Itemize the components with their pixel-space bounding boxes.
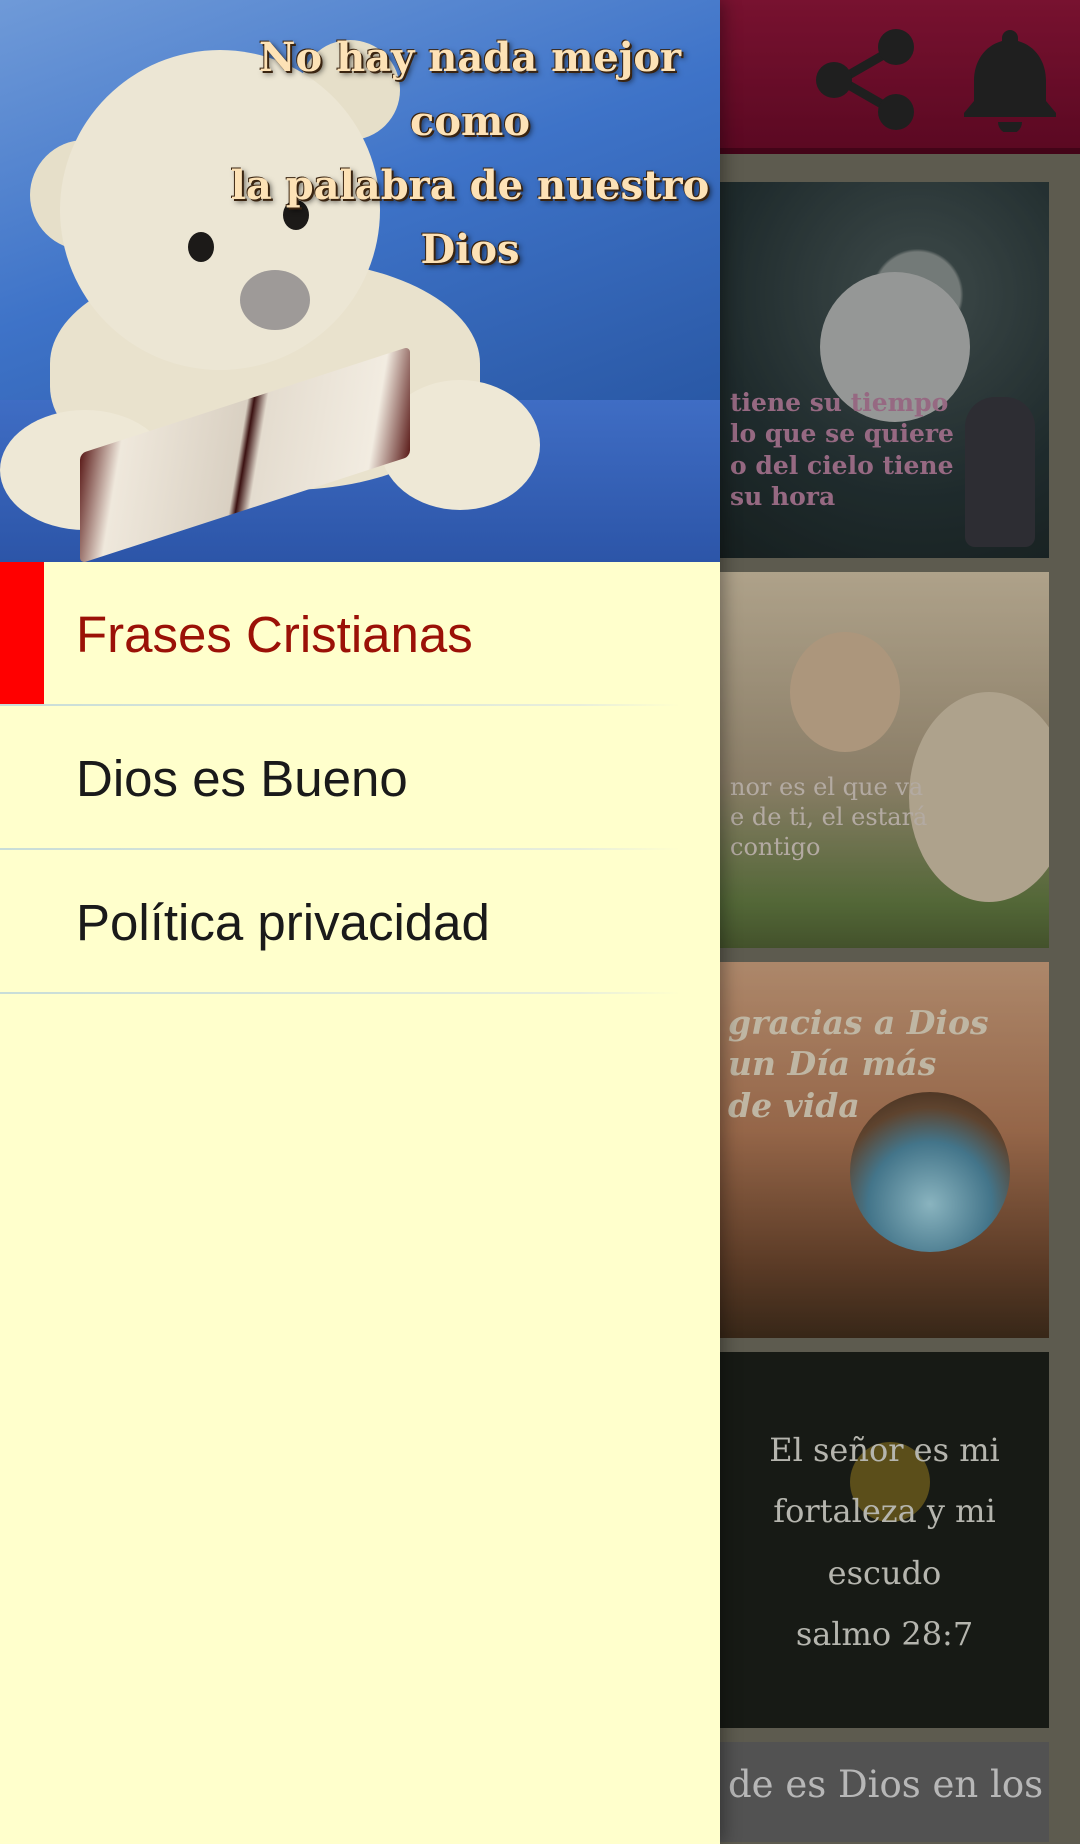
- header-quote: No hay nada mejor como la palabra de nue…: [230, 34, 710, 273]
- drawer-header-image: No hay nada mejor como la palabra de nue…: [0, 0, 720, 562]
- active-indicator: [0, 562, 44, 706]
- menu-item-politica-privacidad[interactable]: Política privacidad: [0, 850, 720, 994]
- screen: tiene su tiempo lo que se quiere o del c…: [0, 0, 1080, 1844]
- menu-item-label: Política privacidad: [76, 893, 490, 951]
- menu-item-dios-es-bueno[interactable]: Dios es Bueno: [0, 706, 720, 850]
- drawer-menu: Frases Cristianas Dios es Bueno Política…: [0, 562, 720, 994]
- header-quote-container: No hay nada mejor como la palabra de nue…: [0, 0, 720, 562]
- menu-item-label: Dios es Bueno: [76, 749, 408, 807]
- menu-item-frases-cristianas[interactable]: Frases Cristianas: [0, 562, 720, 706]
- menu-item-label: Frases Cristianas: [76, 605, 473, 663]
- navigation-drawer: No hay nada mejor como la palabra de nue…: [0, 0, 720, 1844]
